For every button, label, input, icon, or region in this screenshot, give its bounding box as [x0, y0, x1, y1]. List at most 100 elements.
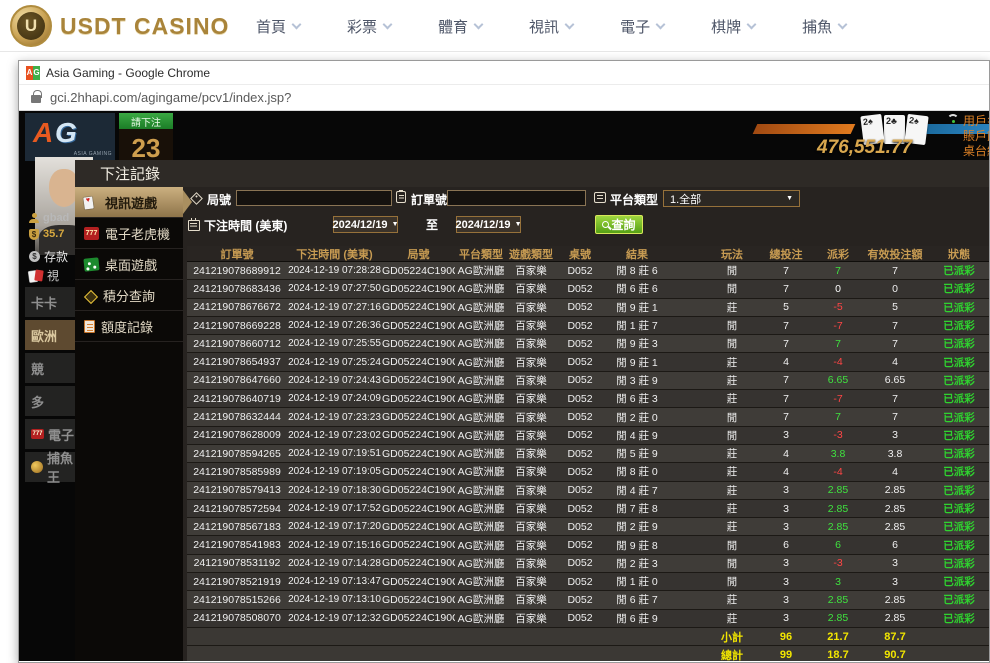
nav-item-首頁[interactable]: 首頁 [256, 16, 300, 37]
date-from-select[interactable]: 2024/12/19 ▼ [333, 216, 398, 233]
cell-game: 百家樂 [507, 336, 555, 351]
cell-bet: 3 [757, 594, 815, 606]
sidebar-item-電子老虎機[interactable]: 電子老虎機 [75, 218, 183, 249]
cell-payout: 0 [815, 283, 861, 295]
nav-item-棋牌[interactable]: 棋牌 [711, 16, 755, 37]
round-input[interactable] [236, 190, 392, 206]
cell-bet: 7 [757, 393, 815, 405]
cell-play: 閒 [707, 410, 757, 425]
cell-play: 閒 [707, 574, 757, 589]
lobby-item[interactable]: 競 [25, 353, 79, 383]
url-bar[interactable]: gci.2hhapi.com/agingame/pcv1/index.jsp? [19, 84, 989, 111]
nav-item-捕魚[interactable]: 捕魚 [802, 16, 846, 37]
nav-item-彩票[interactable]: 彩票 [347, 16, 391, 37]
cell-play: 莊 [707, 464, 757, 479]
table-row: 2412190785859892024-12-19 07:19:05GD0522… [187, 463, 989, 481]
order-input[interactable] [447, 190, 586, 206]
sidebar-item-視訊遊戲[interactable]: 視訊遊戲 [75, 187, 183, 218]
sidebar-item-額度記錄[interactable]: 額度記錄 [75, 311, 183, 342]
cell-payout: 7 [815, 338, 861, 350]
lobby-item[interactable]: 捕魚王 [25, 452, 79, 482]
cell-platform: AG歐洲廳 [455, 538, 507, 553]
cell-round: GD05224C190QP [382, 338, 455, 350]
cell-status: 已派彩 [929, 574, 989, 589]
cell-table: D052 [555, 576, 605, 588]
subtotal-row: 小計9621.787.7 [187, 628, 989, 646]
cell-payout: -7 [815, 320, 861, 332]
cards-icon [84, 196, 99, 209]
date-to-select[interactable]: 2024/12/19 ▼ [456, 216, 521, 233]
cell-result: 閒 9 莊 8 [605, 538, 669, 553]
table-row: 2412190786476602024-12-19 07:24:43GD0522… [187, 372, 989, 390]
cell-payout: 2.85 [815, 521, 861, 533]
cell-game: 百家樂 [507, 373, 555, 388]
sidebar-item-桌面遊戲[interactable]: 桌面遊戲 [75, 249, 183, 280]
modal-titlebar: 下注記錄 [75, 160, 989, 187]
person-icon [29, 213, 39, 223]
table-info-labels: 用戶名稱賬戶餘額桌台編號 [963, 114, 989, 159]
cell-valid: 2.85 [861, 503, 929, 515]
cell-order: 241219078572594 [187, 503, 287, 515]
platform-select[interactable]: 1.全部 ▼ [663, 190, 800, 207]
cell-time: 2024-12-19 07:19:51 [287, 448, 382, 459]
cell-result: 閒 8 莊 6 [605, 263, 669, 278]
table-row: 2412190785942652024-12-19 07:19:51GD0522… [187, 445, 989, 463]
cell-valid: 0 [861, 283, 929, 295]
column-header: 平台類型 [455, 246, 507, 262]
cell-bet: 3 [757, 521, 815, 533]
round-label: 局號 [207, 191, 231, 208]
cell-time: 2024-12-19 07:24:43 [287, 375, 382, 386]
cell-bet: 3 [757, 576, 815, 588]
lobby-item-label: 競 [31, 359, 44, 378]
modal-content: 局號 訂單號 平台類型 1.全部 ▼ 下注時間 (美東) 2024/ [183, 187, 989, 661]
cell-platform: AG歐洲廳 [455, 611, 507, 626]
site-logo[interactable]: U [10, 5, 52, 47]
deposit-button[interactable]: $ 存款 [29, 248, 68, 265]
nav-item-視訊[interactable]: 視訊 [529, 16, 573, 37]
cell-game: 百家樂 [507, 574, 555, 589]
sidebar-item-積分查詢[interactable]: 積分查詢 [75, 280, 183, 311]
nav-item-體育[interactable]: 體育 [438, 16, 482, 37]
clipboard-icon [396, 191, 406, 203]
cell-status: 已派彩 [929, 556, 989, 571]
search-button[interactable]: 查詢 [595, 215, 643, 234]
cell-time: 2024-12-19 07:15:16 [287, 540, 382, 551]
lobby-item[interactable]: 多 [25, 386, 79, 416]
cell-game: 百家樂 [507, 263, 555, 278]
cell-status: 已派彩 [929, 355, 989, 370]
cell-bet: 7 [757, 411, 815, 423]
cell-valid: 3 [861, 576, 929, 588]
cell-bet: 3 [757, 429, 815, 441]
table-row: 2412190785152662024-12-19 07:13:10GD0522… [187, 591, 989, 609]
video-tab[interactable]: 視 [29, 267, 59, 284]
cell-status: 已派彩 [929, 281, 989, 296]
cell-valid: 2.85 [861, 594, 929, 606]
cell-play: 莊 [707, 592, 757, 607]
cell-bet: 3 [757, 557, 815, 569]
table-row: 2412190785794132024-12-19 07:18:30GD0522… [187, 482, 989, 500]
lobby-item[interactable]: 卡卡 [25, 287, 79, 317]
cell-valid: 7 [861, 265, 929, 277]
cell-round: GD05224C190QD [382, 484, 455, 496]
cards-icon [29, 270, 43, 282]
lobby-item-label: 電子 [48, 425, 74, 444]
cell-order: 241219078683436 [187, 283, 287, 295]
chevron-down-icon [292, 19, 302, 29]
cell-table: D052 [555, 612, 605, 624]
cell-status: 已派彩 [929, 519, 989, 534]
cell-game: 百家樂 [507, 556, 555, 571]
cell-result: 閒 6 莊 3 [605, 391, 669, 406]
nav-item-電子[interactable]: 電子 [620, 16, 664, 37]
doc-icon [84, 320, 95, 333]
cell-result: 閒 9 莊 1 [605, 355, 669, 370]
cell-valid: 2.85 [861, 521, 929, 533]
lobby-item[interactable]: 777電子 [25, 419, 79, 449]
balance-row: $ 35.7 [29, 228, 64, 240]
cell-play: 莊 [707, 483, 757, 498]
cell-payout: 2.85 [815, 484, 861, 496]
cell-status: 已派彩 [929, 592, 989, 607]
cell-round: GD05224C190QB [382, 521, 455, 533]
cell-table: D052 [555, 411, 605, 423]
cell-status: 已派彩 [929, 410, 989, 425]
lobby-item[interactable]: 歐洲 [25, 320, 79, 350]
